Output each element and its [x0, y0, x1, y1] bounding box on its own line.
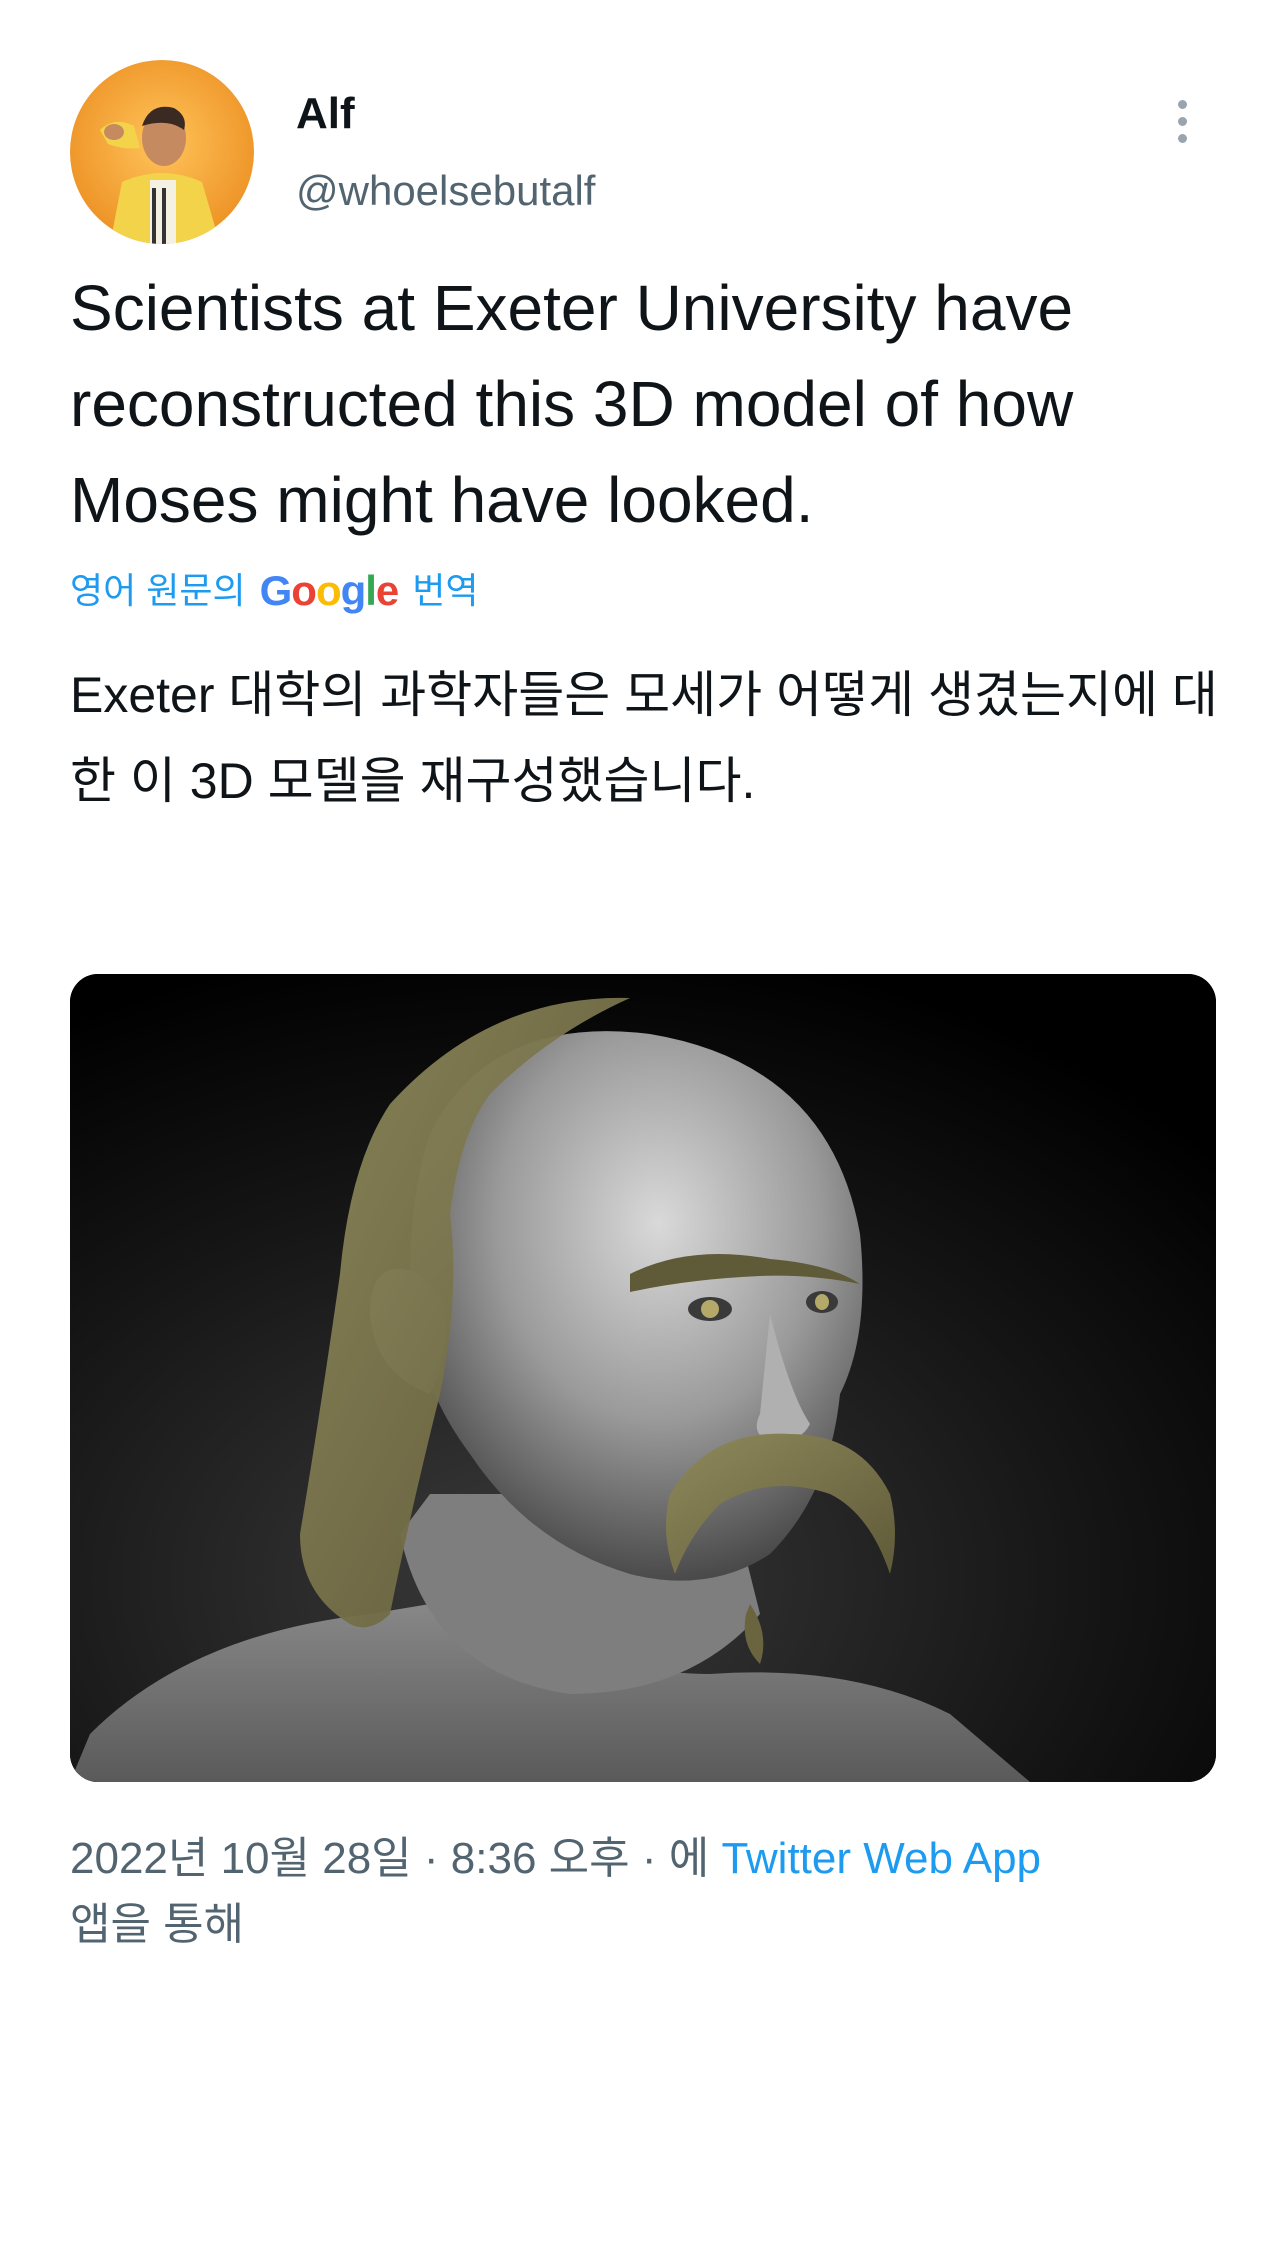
tweet-text: Scientists at Exeter University have rec… — [70, 272, 1074, 536]
avatar[interactable] — [70, 60, 254, 244]
moses-3d-model-image — [70, 974, 1216, 1782]
translate-suffix: 번역 — [412, 570, 479, 611]
tweet-time: 8:36 오후 — [450, 1834, 630, 1883]
via-prefix: 에 — [668, 1834, 710, 1883]
google-e: e — [375, 567, 399, 614]
google-g: G — [259, 567, 293, 614]
google-logo: Google — [259, 566, 400, 616]
via-suffix: 앱을 통해 — [70, 1900, 245, 1949]
tweet-date: 2022년 10월 28일 — [70, 1834, 412, 1883]
separator-dot: · — [641, 1834, 669, 1883]
author-handle[interactable]: @whoelsebutalf — [296, 166, 595, 216]
tweet-metadata: 2022년 10월 28일 · 8:36 오후 · 에 Twitter Web … — [70, 1826, 1230, 1958]
more-vertical-icon[interactable] — [1164, 94, 1204, 150]
translate-link[interactable]: 영어 원문의 Google 번역 — [70, 566, 479, 616]
author-name[interactable]: Alf — [296, 88, 355, 140]
source-app-link[interactable]: Twitter Web App — [721, 1834, 1041, 1883]
google-l: l — [365, 567, 377, 614]
google-o2: o — [315, 567, 342, 614]
tweet-media[interactable] — [70, 974, 1216, 1782]
avatar-image — [70, 60, 254, 244]
google-g2: g — [340, 567, 367, 614]
separator-dot: · — [423, 1834, 451, 1883]
translate-prefix: 영어 원문의 — [70, 570, 246, 611]
translated-text: Exeter 대학의 과학자들은 모세가 어떻게 생겼는지에 대한 이 3D 모… — [70, 667, 1218, 809]
more-dot — [1178, 117, 1187, 126]
more-dot — [1178, 134, 1187, 143]
google-o1: o — [291, 567, 317, 614]
more-dot — [1178, 100, 1187, 109]
